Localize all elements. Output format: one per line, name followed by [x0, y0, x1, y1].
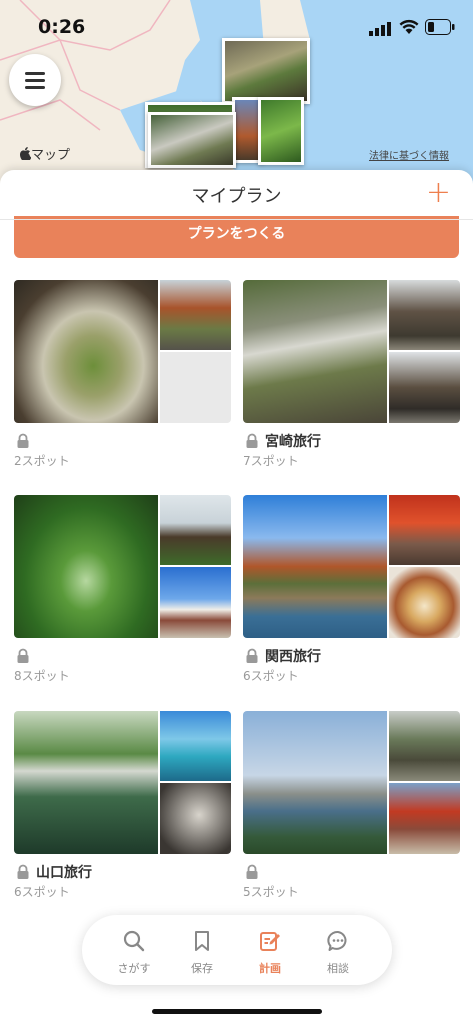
battery-icon [425, 19, 455, 35]
lock-icon [246, 864, 258, 879]
plan-photo-main [243, 495, 387, 638]
add-plan-button[interactable]: + [426, 178, 451, 208]
plan-card[interactable]: 5スポット [243, 711, 460, 899]
apple-logo-icon [19, 147, 32, 162]
tab-saved[interactable]: 保存 [172, 929, 232, 976]
cellular-signal-icon [369, 22, 391, 36]
divider [0, 219, 473, 220]
plan-photo-placeholder [160, 352, 231, 423]
plan-spot-count: 8スポット [14, 669, 70, 683]
bookmark-icon [195, 931, 209, 951]
plan-photo-main [243, 280, 387, 423]
wifi-icon [399, 19, 419, 34]
plan-photo [389, 495, 460, 565]
tab-label: 相談 [327, 962, 349, 975]
menu-button[interactable] [9, 54, 61, 106]
tab-label: 計画 [259, 962, 281, 975]
plan-photo [160, 711, 231, 781]
map-photo-pin[interactable] [258, 97, 304, 165]
plan-photo [389, 783, 460, 854]
plan-photo [160, 567, 231, 638]
home-indicator [152, 1009, 322, 1014]
plan-photo [160, 783, 231, 854]
edit-note-icon [260, 932, 280, 951]
plan-card[interactable]: 8スポット [14, 495, 231, 683]
plan-photo [160, 495, 231, 565]
tab-label: さがす [117, 962, 151, 975]
status-time: 0:26 [38, 16, 86, 38]
plan-spot-count: 6スポット [14, 885, 70, 899]
plan-photo [389, 567, 460, 638]
plan-photo [389, 352, 460, 423]
plan-card[interactable]: 山口旅行 6スポット [14, 711, 231, 899]
lock-icon [246, 648, 258, 663]
apple-maps-logo: マップ [19, 144, 71, 163]
plan-card[interactable]: 宮崎旅行 7スポット [243, 280, 460, 468]
plan-spot-count: 2スポット [14, 454, 70, 468]
plan-spot-count: 7スポット [243, 454, 299, 468]
plan-name: 山口旅行 [36, 865, 92, 881]
plan-photo-main [14, 711, 158, 854]
tab-consult[interactable]: 相談 [308, 929, 368, 976]
map-photo-pin[interactable] [148, 112, 236, 168]
plan-spot-count: 5スポット [243, 885, 299, 899]
tab-search[interactable]: さがす [104, 929, 164, 976]
lock-icon [17, 648, 29, 663]
create-plan-button[interactable]: プランをつくる [14, 216, 459, 258]
plan-photo [389, 711, 460, 781]
tab-plan[interactable]: 計画 [240, 929, 300, 976]
plan-photo-main [14, 280, 158, 423]
search-icon [123, 930, 145, 952]
lock-icon [246, 433, 258, 448]
sheet-title: マイプラン [191, 186, 282, 207]
plan-card[interactable]: 2スポット [14, 280, 231, 468]
bottom-tab-bar: さがす 保存 計画 相談 [82, 915, 392, 985]
plan-name: 関西旅行 [265, 649, 321, 665]
lock-icon [17, 864, 29, 879]
map-photo-pin[interactable] [222, 38, 310, 104]
tab-label: 保存 [191, 962, 213, 975]
legal-info-link[interactable]: 法律に基づく情報 [369, 147, 449, 162]
plan-photo [389, 280, 460, 350]
lock-icon [17, 433, 29, 448]
plan-photo [160, 280, 231, 350]
chat-icon [327, 931, 347, 951]
my-plans-sheet: マイプラン + プランをつくる 2スポット 宮崎旅行 7スポット 8スポット 関… [0, 170, 473, 1024]
plan-photo-main [14, 495, 158, 638]
plan-spot-count: 6スポット [243, 669, 299, 683]
plan-photo-main [243, 711, 387, 854]
plan-card[interactable]: 関西旅行 6スポット [243, 495, 460, 683]
plan-name: 宮崎旅行 [265, 434, 321, 450]
maps-label: マップ [31, 148, 71, 163]
